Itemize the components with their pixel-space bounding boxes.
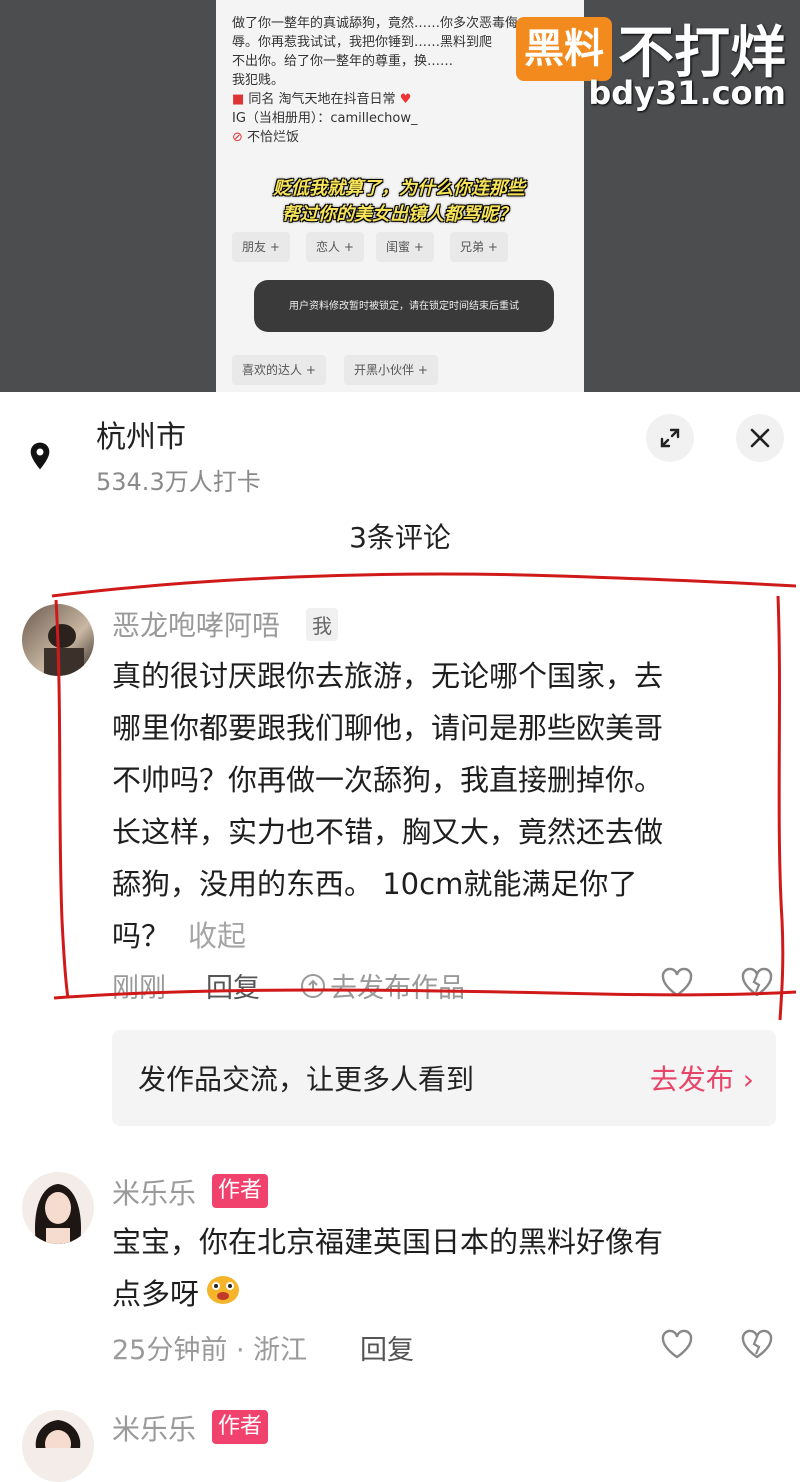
location-checkins: 534.3万人打卡 xyxy=(96,468,261,496)
author-badge: 作者 xyxy=(212,1174,269,1208)
comments-count-title: 3条评论 xyxy=(349,521,451,554)
relation-tag[interactable]: 朋友 + xyxy=(232,232,290,262)
reply-button[interactable]: 回复 xyxy=(360,1328,414,1367)
avatar[interactable] xyxy=(22,1410,94,1482)
comment-text: 宝宝，你在北京福建英国日本的黑料好像有 点多呀 xyxy=(112,1216,772,1322)
location-city[interactable]: 杭州市 xyxy=(96,412,186,456)
avatar[interactable] xyxy=(22,604,94,676)
video-caption: 贬低我就算了，为什么你连那些 帮过你的美女出镜人都骂呢？ xyxy=(273,178,525,225)
me-badge: 我 xyxy=(306,608,338,641)
relation-tag[interactable]: 喜欢的达人 + xyxy=(232,355,326,385)
bio-line: ■ 同名 淘气天地在抖音日常 ♥ xyxy=(232,92,412,107)
location-pin-icon xyxy=(24,440,56,472)
watermark-url: bdy31.com xyxy=(588,74,786,112)
relation-tag[interactable]: 恋人 + xyxy=(306,232,364,262)
collapse-link[interactable]: 收起 xyxy=(188,919,246,953)
expand-icon xyxy=(660,428,680,448)
commenter-name[interactable]: 米乐乐 xyxy=(112,1408,196,1448)
comment-time: 25分钟前 · 浙江 xyxy=(112,1335,308,1366)
like-button[interactable] xyxy=(660,966,694,1002)
broken-heart-icon xyxy=(741,1329,773,1359)
dislike-button[interactable] xyxy=(740,1328,774,1364)
close-icon xyxy=(750,428,770,448)
relation-tag[interactable]: 闺蜜 + xyxy=(376,232,434,262)
promo-publish-link[interactable]: 去发布 › xyxy=(650,1058,754,1098)
comment-time: 刚刚 xyxy=(112,973,166,1004)
heart-icon: ♥ xyxy=(395,92,412,107)
publish-work-link[interactable]: 去发布作品 xyxy=(300,966,465,1005)
face-emoji-icon xyxy=(203,1270,243,1322)
avatar[interactable] xyxy=(22,1172,94,1244)
close-button[interactable] xyxy=(736,414,784,462)
author-badge: 作者 xyxy=(212,1410,269,1444)
bio-line: ⊘ 不恰烂饭 xyxy=(232,130,300,145)
relation-tag[interactable]: 兄弟 + xyxy=(450,232,508,262)
upload-circle-icon xyxy=(301,973,325,998)
promo-text: 发作品交流，让更多人看到 xyxy=(138,1063,475,1096)
heart-outline-icon xyxy=(661,967,693,997)
relation-tag[interactable]: 开黑小伙伴 + xyxy=(344,355,438,385)
embedded-screenshot: 做了你一整年的真诚舔狗，竟然……你多次恶毒侮 辱。你再惹我试试，我把你锤到……黑… xyxy=(0,0,800,392)
watermark-badge: 黑料 xyxy=(516,16,612,81)
heart-outline-icon xyxy=(661,1329,693,1359)
publish-promo-banner[interactable]: 发作品交流，让更多人看到 去发布 › xyxy=(112,1030,776,1126)
like-button[interactable] xyxy=(660,1328,694,1364)
lock-toast: 用户资料修改暂时被锁定，请在锁定时间结束后重试 xyxy=(254,280,554,332)
reply-button[interactable]: 回复 xyxy=(206,966,260,1005)
expand-button[interactable] xyxy=(646,414,694,462)
bio-line: IG（当相册用）：camillechow_ xyxy=(232,111,418,126)
commenter-name[interactable]: 米乐乐 xyxy=(112,1172,196,1212)
comment-text: 真的很讨厌跟你去旅游，无论哪个国家，去 哪里你都要跟我们聊他，请问是那些欧美哥 … xyxy=(112,659,664,953)
commenter-name[interactable]: 恶龙咆哮阿唔 xyxy=(112,604,280,644)
dislike-button[interactable] xyxy=(740,966,774,1002)
book-icon: ■ xyxy=(232,92,249,107)
prohibited-icon: ⊘ xyxy=(232,130,248,145)
broken-heart-icon xyxy=(741,967,773,997)
